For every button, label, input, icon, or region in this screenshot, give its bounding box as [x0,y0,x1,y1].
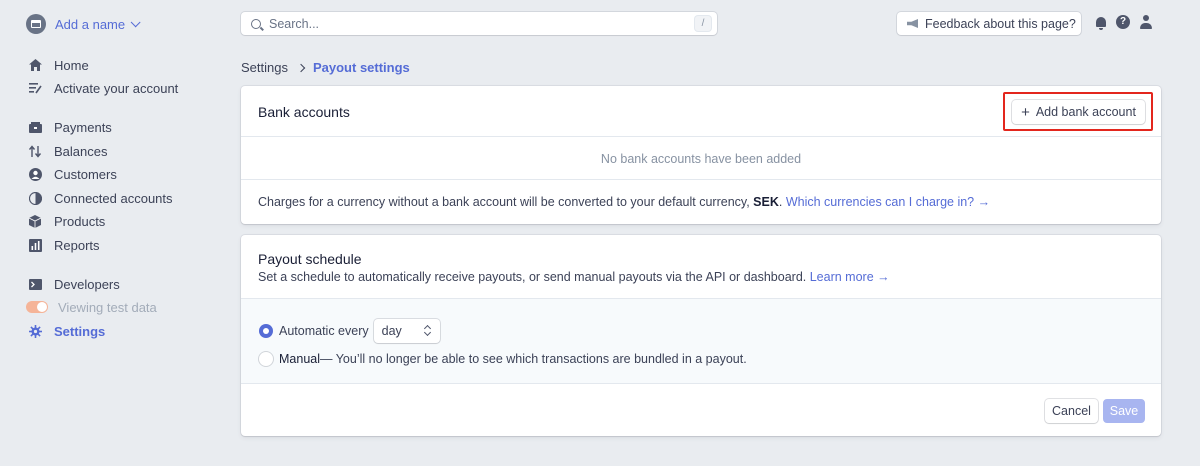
sidebar-item-activate[interactable]: Activate your account [28,79,178,97]
manual-label: Manual [279,352,320,366]
chart-icon [28,238,42,252]
account-name: Add a name [55,16,126,32]
checklist-icon [28,81,42,95]
help-icon: ? [1116,15,1130,29]
globe-icon [28,191,42,205]
test-data-toggle[interactable]: Viewing test data [26,298,157,316]
manual-description: — You’ll no longer be able to see which … [320,352,747,366]
payout-schedule-card: Payout schedule Set a schedule to automa… [241,235,1161,436]
arrows-icon [28,144,42,158]
profile-button[interactable] [1138,14,1154,30]
schedule-options: Automatic every day Manual — You’ll no l… [241,298,1161,384]
search-shortcut-hint: / [695,16,711,31]
toggle-icon[interactable] [26,301,48,313]
search-input[interactable]: Search... / [241,12,717,35]
breadcrumb-settings-link[interactable]: Settings [241,60,288,75]
automatic-radio[interactable] [259,324,273,338]
sidebar-item-balances[interactable]: Balances [28,142,107,160]
currency-note-period: . [778,195,783,209]
currency-note-text: Charges for a currency without a bank ac… [258,195,754,209]
megaphone-icon [907,19,918,28]
feedback-button[interactable]: Feedback about this page? [897,12,1081,35]
user-icon [1139,15,1153,29]
bank-accounts-title: Bank accounts [258,104,350,120]
chevron-right-icon [296,63,306,72]
divider [241,136,1161,137]
sidebar-item-customers[interactable]: Customers [28,165,117,183]
wallet-icon [28,120,42,134]
home-icon [28,58,42,72]
payout-schedule-description: Set a schedule to automatically receive … [258,270,890,284]
add-bank-account-button[interactable]: + Add bank account [1012,100,1145,124]
person-icon [28,167,42,181]
empty-state-text: No bank accounts have been added [600,152,802,166]
help-button[interactable]: ? [1115,14,1131,30]
store-icon [26,14,46,34]
cancel-button[interactable]: Cancel [1045,399,1098,423]
terminal-icon [28,277,42,291]
sidebar-item-reports[interactable]: Reports [28,236,100,254]
select-arrows-icon [425,325,431,337]
currencies-help-link[interactable]: Which currencies can I charge in? → [786,195,990,209]
manual-radio[interactable] [259,352,273,366]
payout-schedule-title: Payout schedule [258,251,362,267]
account-switcher[interactable]: Add a name [26,14,141,34]
automatic-label: Automatic every [279,324,369,338]
search-icon [251,18,261,29]
interval-select[interactable]: day [373,319,440,343]
automatic-option[interactable]: Automatic every day [259,319,440,343]
box-icon [28,214,42,228]
sidebar-item-payments[interactable]: Payments [28,118,112,136]
default-currency: SEK [753,195,779,209]
breadcrumb-current: Payout settings [312,60,410,75]
currency-note: Charges for a currency without a bank ac… [258,195,990,209]
divider [241,179,1161,180]
save-button[interactable]: Save [1103,399,1145,423]
breadcrumb: Settings Payout settings [241,60,410,75]
bell-icon [1096,17,1106,30]
learn-more-link[interactable]: Learn more → [810,270,890,284]
plus-icon: + [1021,103,1030,121]
sidebar-item-connected-accounts[interactable]: Connected accounts [28,189,173,207]
gear-icon [28,324,42,338]
bank-accounts-card: Bank accounts + Add bank account No bank… [241,86,1161,224]
interval-value: day [381,324,402,338]
payout-schedule-description-text: Set a schedule to automatically receive … [258,270,807,284]
sidebar-item-products[interactable]: Products [28,212,105,230]
add-bank-account-label: Add bank account [1035,105,1136,119]
sidebar: Add a name Home Activate your account Pa… [0,0,225,466]
sidebar-item-home[interactable]: Home [28,56,89,74]
sidebar-item-developers[interactable]: Developers [28,275,120,293]
chevron-down-icon [130,16,141,27]
manual-option[interactable]: Manual — You’ll no longer be able to see… [259,352,747,366]
search-placeholder: Search... [269,16,320,31]
notifications-button[interactable] [1093,14,1109,30]
feedback-label: Feedback about this page? [925,16,1076,31]
sidebar-item-settings[interactable]: Settings [28,322,105,340]
